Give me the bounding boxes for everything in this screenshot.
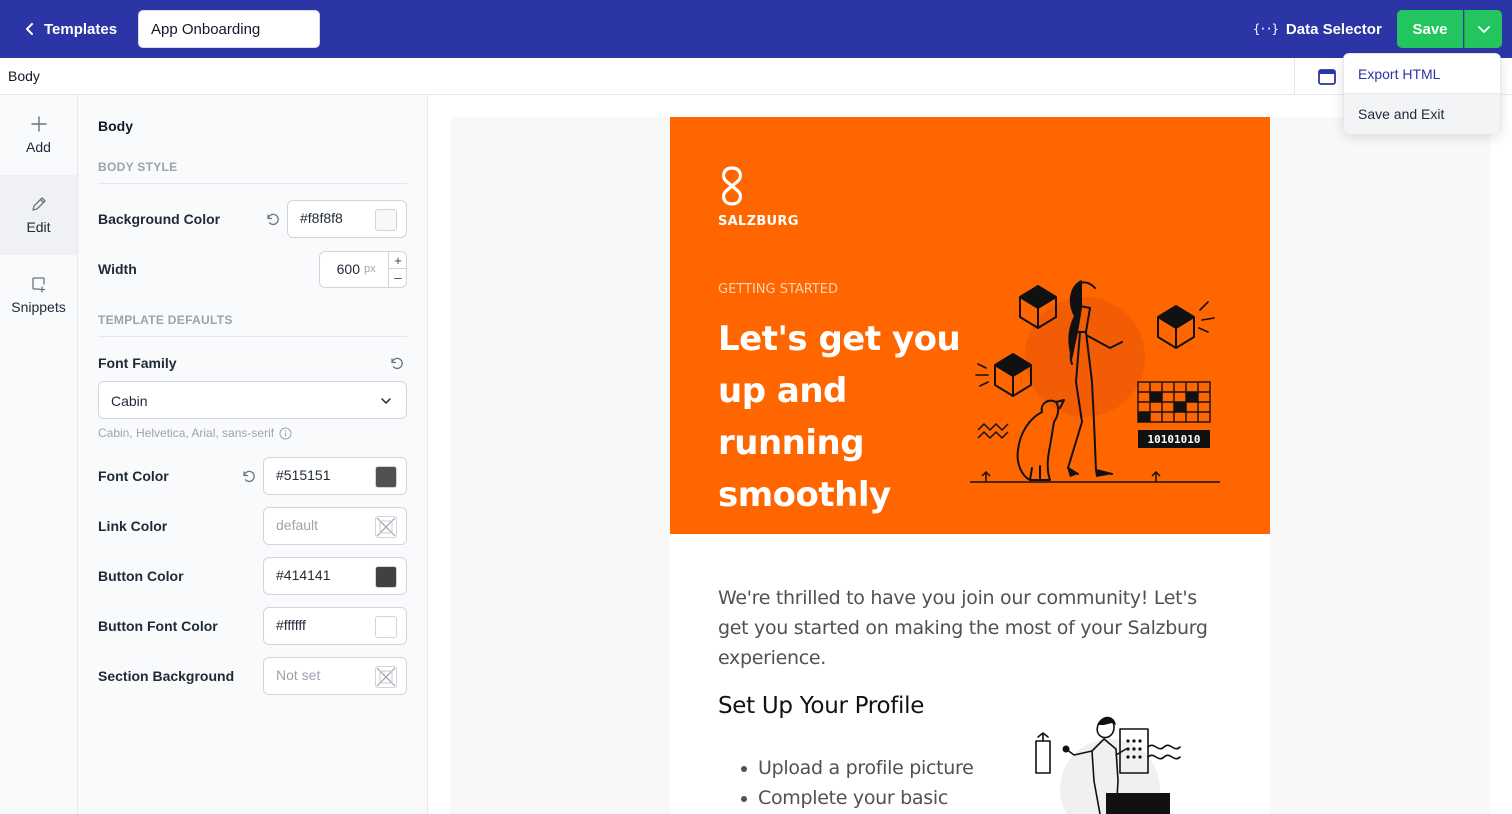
toolbar-divider <box>1294 58 1295 94</box>
profile-list: Upload a profile picture Complete your b… <box>738 753 974 813</box>
reset-icon[interactable] <box>241 468 257 484</box>
link-color-input[interactable] <box>276 517 366 533</box>
section-background-label: Section Background <box>98 668 235 684</box>
stepper-controls: + – <box>388 252 407 287</box>
reset-icon[interactable] <box>389 355 405 371</box>
breadcrumb-current: Body <box>8 68 40 84</box>
font-color-field <box>263 457 407 495</box>
rail-item-edit[interactable]: Edit <box>0 175 77 255</box>
template-name-input[interactable] <box>138 10 320 48</box>
panel-title: Body <box>98 118 133 134</box>
info-icon[interactable] <box>279 427 292 440</box>
illustration-binary-code: 10101010 <box>1148 433 1201 446</box>
rail-item-label: Edit <box>26 219 51 235</box>
brand-name: SALZBURG <box>718 214 799 229</box>
no-color-icon <box>376 667 396 687</box>
reset-icon[interactable] <box>265 211 281 227</box>
section-background-field <box>263 657 407 695</box>
font-family-label: Font Family <box>98 355 177 371</box>
back-to-templates-link[interactable]: Templates <box>24 18 117 40</box>
left-rail: Add Edit Snippets <box>0 95 78 814</box>
width-unit: px <box>364 263 376 275</box>
list-item: Complete your basic <box>738 783 974 813</box>
menu-item-save-and-exit[interactable]: Save and Exit <box>1344 94 1500 134</box>
width-decrement-button[interactable]: – <box>389 269 407 286</box>
braces-icon: {··} <box>1253 22 1279 36</box>
font-color-label: Font Color <box>98 468 169 484</box>
font-family-hint: Cabin, Helvetica, Arial, sans-serif <box>98 426 292 440</box>
editor-canvas[interactable]: SALZBURG GETTING STARTED Let's get you u… <box>428 95 1512 814</box>
list-item: Upload a profile picture <box>738 753 974 783</box>
section-divider <box>98 336 407 337</box>
settings-panel: Body BODY STYLE Background Color Width p… <box>78 95 428 814</box>
link-color-label: Link Color <box>98 518 168 534</box>
width-input[interactable] <box>330 261 360 277</box>
button-font-color-input[interactable] <box>276 617 366 633</box>
button-color-label: Button Color <box>98 568 184 584</box>
snippet-icon <box>31 277 45 293</box>
chevron-left-icon <box>26 23 33 35</box>
font-family-stack: Cabin, Helvetica, Arial, sans-serif <box>98 426 275 440</box>
save-options-menu: Export HTML Save and Exit <box>1343 53 1501 134</box>
font-family-select[interactable]: Cabin <box>98 381 407 419</box>
hero-illustration: 10101010 <box>970 280 1220 483</box>
chevron-down-icon <box>1477 26 1490 33</box>
salzburg-logo-icon <box>721 166 743 206</box>
chevron-down-icon <box>381 398 391 404</box>
font-color-swatch[interactable] <box>375 466 397 488</box>
section-divider <box>98 183 407 184</box>
browser-preview-icon[interactable] <box>1317 67 1337 87</box>
profile-illustration <box>1035 716 1181 814</box>
save-options-toggle[interactable] <box>1464 10 1502 48</box>
section-heading-template-defaults: TEMPLATE DEFAULTS <box>98 313 233 327</box>
section-heading-body-style: BODY STYLE <box>98 160 178 174</box>
link-color-field <box>263 507 407 545</box>
background-color-label: Background Color <box>98 211 221 227</box>
section-background-swatch[interactable] <box>375 666 397 688</box>
top-bar: Templates {··} Data Selector Save <box>0 0 1512 58</box>
hero-section[interactable]: SALZBURG GETTING STARTED Let's get you u… <box>670 117 1270 534</box>
hero-title: Let's get you up and running smoothly <box>718 319 961 515</box>
background-color-field <box>287 200 407 238</box>
background-color-swatch[interactable] <box>375 209 397 231</box>
plus-icon <box>30 116 47 132</box>
save-button[interactable]: Save <box>1397 10 1463 48</box>
button-color-field <box>263 557 407 595</box>
no-color-icon <box>376 517 396 537</box>
data-selector-label: Data Selector <box>1285 20 1382 38</box>
button-color-input[interactable] <box>276 567 366 583</box>
data-selector-button[interactable]: {··} Data Selector <box>1253 18 1382 40</box>
button-color-swatch[interactable] <box>375 566 397 588</box>
rail-item-label: Snippets <box>11 299 66 315</box>
menu-item-export-html[interactable]: Export HTML <box>1344 54 1500 94</box>
button-font-color-field <box>263 607 407 645</box>
section-background-input[interactable] <box>276 667 366 683</box>
profile-heading: Set Up Your Profile <box>718 693 925 719</box>
width-increment-button[interactable]: + <box>389 252 407 269</box>
width-label: Width <box>98 261 137 277</box>
button-font-color-swatch[interactable] <box>375 616 397 638</box>
pencil-icon <box>31 197 46 211</box>
email-preview[interactable]: SALZBURG GETTING STARTED Let's get you u… <box>670 117 1270 814</box>
rail-item-add[interactable]: Add <box>0 95 77 175</box>
rail-item-snippets[interactable]: Snippets <box>0 255 77 335</box>
intro-paragraph: We're thrilled to have you join our comm… <box>718 587 1208 669</box>
breadcrumb: Body <box>0 58 1512 95</box>
font-family-value: Cabin <box>111 393 148 409</box>
width-stepper: px + – <box>319 251 407 288</box>
back-link-label: Templates <box>44 20 118 38</box>
link-color-swatch[interactable] <box>375 516 397 538</box>
hero-eyebrow: GETTING STARTED <box>718 282 839 297</box>
rail-item-label: Add <box>26 139 51 155</box>
font-color-input[interactable] <box>276 467 366 483</box>
button-font-color-label: Button Font Color <box>98 618 218 634</box>
